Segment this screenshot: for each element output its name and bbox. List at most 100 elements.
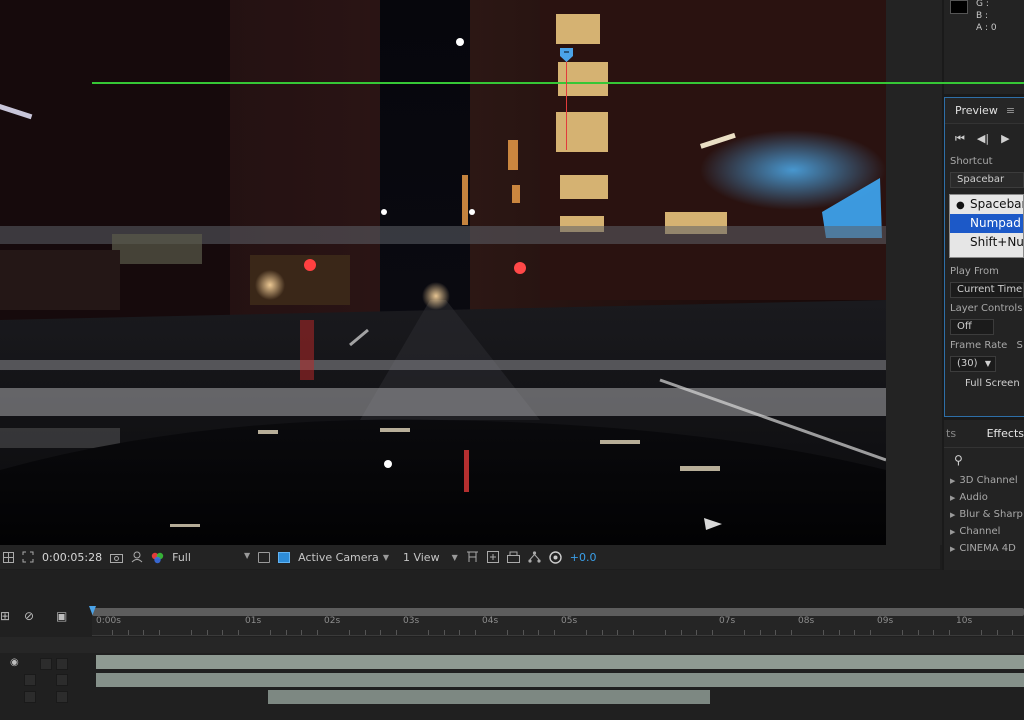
preview-tab-label: Preview xyxy=(955,104,998,117)
ruler-minor-tick xyxy=(696,630,698,635)
motion-blur-icon[interactable]: ⊘ xyxy=(24,609,34,623)
region-of-interest-icon[interactable] xyxy=(22,549,34,565)
frame-rate-dropdown[interactable]: (30) ▼ xyxy=(950,356,996,372)
full-screen-checkbox[interactable]: Full Screen xyxy=(945,378,1024,389)
exposure-value[interactable]: +0.0 xyxy=(570,551,597,564)
current-time-display[interactable]: 0:00:05:28 xyxy=(42,551,102,564)
grid-icon[interactable] xyxy=(2,549,14,565)
navigator-start-marker[interactable] xyxy=(89,606,96,615)
ruler-minor-tick xyxy=(585,630,587,635)
shortcut-option-numpad[interactable]: Numpad xyxy=(950,214,1023,233)
play-icon[interactable]: ▶ xyxy=(1001,132,1009,150)
ruler-minor-tick xyxy=(538,630,540,635)
eye-icon[interactable]: ◉ xyxy=(10,657,19,668)
info-a-value: A : 0 xyxy=(976,23,997,33)
transparency-grid-icon[interactable] xyxy=(278,551,291,563)
ruler-minor-tick xyxy=(443,630,445,635)
layer-duration-bar[interactable] xyxy=(96,673,1024,687)
timeline-icon[interactable] xyxy=(506,549,520,565)
layer-duration-bar[interactable] xyxy=(96,655,1024,669)
camera-dropdown[interactable]: Active Camera ▼ xyxy=(298,551,389,564)
ruler-minor-tick xyxy=(475,630,477,635)
option-label: Shift+Nu xyxy=(970,235,1023,249)
tab-preview[interactable]: Preview ≡ xyxy=(945,98,1024,124)
shortcut-dropdown[interactable]: Spacebar xyxy=(950,172,1024,188)
layer-switch[interactable] xyxy=(56,691,68,703)
info-panel: G : B : A : 0 xyxy=(944,0,1024,94)
lock-toggle[interactable] xyxy=(56,658,68,670)
grid-glyph xyxy=(2,551,14,563)
effects-category[interactable]: ▶ 3D Channel xyxy=(944,472,1024,489)
tab-adjacent[interactable]: ts xyxy=(944,427,983,440)
fast-previews-icon[interactable] xyxy=(258,551,271,563)
current-time-indicator[interactable] xyxy=(566,58,567,150)
shortcut-label: Shortcut xyxy=(950,156,993,167)
ruler-tick-label: 09s xyxy=(877,616,894,626)
layer-duration-bar[interactable] xyxy=(268,690,710,704)
frame-rate-label-text: Frame Rate xyxy=(950,340,1008,351)
ruler-minor-tick xyxy=(522,630,524,635)
graph-editor-icon[interactable]: ▣ xyxy=(56,609,67,623)
ruler-minor-tick xyxy=(348,630,350,635)
roi-glyph xyxy=(22,551,34,563)
frame-rate-label: Frame Rate S xyxy=(945,340,1024,351)
view-layout-dropdown[interactable]: 1 View ▼ xyxy=(403,551,458,564)
ruler-tick-label: 04s xyxy=(482,616,499,626)
category-label: CINEMA 4D xyxy=(959,543,1016,554)
time-ruler[interactable]: 0:00s01s02s03s04s05s07s08s09s10s11s xyxy=(92,616,1024,636)
timeline-panel: ⊞ ⊘ ▣ 👁◂)●🔒 ◉ 0:00s 01s 02s 03s 04s 05s 07s 08s… xyxy=(0,570,1024,720)
effects-category[interactable]: ▶ Audio xyxy=(944,489,1024,506)
ruler-minor-tick xyxy=(822,630,824,635)
previous-frame-icon[interactable]: ◀| xyxy=(977,132,989,150)
playhead-icon[interactable] xyxy=(560,48,573,62)
ruler-minor-tick xyxy=(791,630,793,635)
first-frame-icon[interactable]: ⏮ xyxy=(955,132,965,150)
ruler-minor-tick xyxy=(285,630,287,635)
solo-toggle[interactable] xyxy=(40,658,52,670)
layer-switch[interactable] xyxy=(24,674,36,686)
frame-glyph xyxy=(486,551,499,563)
ruler-tick-label: 03s xyxy=(403,616,420,626)
effects-presets-panel: ts Effects ⚲ ▶ 3D Channel ▶ Audio ▶ Blur & … xyxy=(944,420,1024,570)
viewer-toolbar: 0:00:05:28 Full ▼ Active Camera ▼ 1 View… xyxy=(0,545,940,569)
shortcut-option-spacebar[interactable]: ● Spacebar xyxy=(950,195,1023,214)
ruler-minor-tick xyxy=(617,630,619,635)
chevron-right-icon: ▶ xyxy=(950,511,956,519)
layer-switch[interactable] xyxy=(56,674,68,686)
layer-controls-dropdown[interactable]: Off xyxy=(950,319,994,335)
effects-category[interactable]: ▶ CINEMA 4D xyxy=(944,540,1024,557)
ruler-minor-tick xyxy=(459,630,461,635)
work-area-bar[interactable] xyxy=(92,82,1024,84)
layer-switch[interactable] xyxy=(24,691,36,703)
ruler-minor-tick xyxy=(317,630,319,635)
show-snapshot-icon[interactable] xyxy=(131,549,143,565)
layer-controls-label: Layer Controls xyxy=(950,303,1023,314)
panel-menu-icon[interactable]: ≡ xyxy=(1006,104,1015,117)
ruler-minor-tick xyxy=(127,630,129,635)
ruler-minor-tick xyxy=(901,630,903,635)
checked-bullet-icon: ● xyxy=(956,200,965,211)
effects-category[interactable]: ▶ Blur & Sharp xyxy=(944,506,1024,523)
shortcut-option-shift-numpad[interactable]: Shift+Nu xyxy=(950,233,1023,252)
ruler-minor-tick xyxy=(380,630,382,635)
effects-search-field[interactable]: ⚲ xyxy=(944,448,1024,472)
fit-frame-icon[interactable] xyxy=(486,549,499,565)
info-g-value: G : xyxy=(976,0,989,9)
effects-category[interactable]: ▶ Channel xyxy=(944,523,1024,540)
ruler-minor-tick xyxy=(759,630,761,635)
play-from-dropdown[interactable]: Current Time xyxy=(950,282,1024,298)
color-swatch xyxy=(950,0,968,14)
comp-flowchart-icon[interactable]: ⊞ xyxy=(0,609,10,623)
ruler-minor-tick xyxy=(933,630,935,635)
resolution-dropdown[interactable]: Full ▼ xyxy=(172,551,250,564)
color-channel-icon[interactable] xyxy=(151,549,164,565)
tab-effects[interactable]: Effects xyxy=(983,427,1024,440)
snapshot-camera-icon[interactable] xyxy=(110,549,124,565)
reset-exposure-icon[interactable] xyxy=(549,549,562,565)
toggle-pixel-aspect-icon[interactable] xyxy=(466,549,479,565)
ruler-tick-label: 10s xyxy=(956,616,973,626)
chevron-right-icon: ▶ xyxy=(950,545,956,553)
flowchart-icon[interactable] xyxy=(528,549,541,565)
time-navigator-bar[interactable] xyxy=(92,608,1024,616)
chevron-down-icon: ▼ xyxy=(243,550,251,560)
